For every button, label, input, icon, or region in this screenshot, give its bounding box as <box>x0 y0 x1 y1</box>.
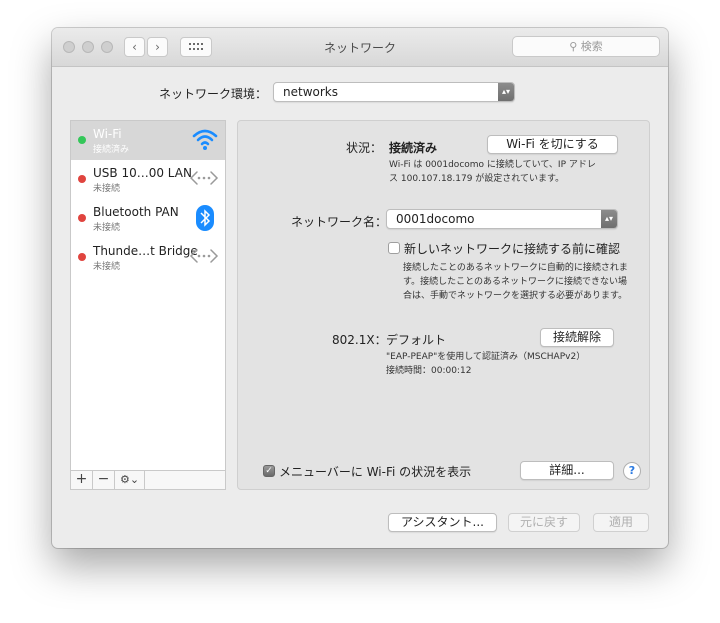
status-dot <box>78 175 86 183</box>
ethernet-arrows-icon <box>189 249 219 263</box>
revert-button[interactable]: 元に戻す <box>508 513 580 532</box>
service-item-wifi[interactable]: Wi-Fi 接続済み <box>71 121 225 160</box>
apply-button[interactable]: 適用 <box>593 513 649 532</box>
search-placeholder: 検索 <box>580 40 603 53</box>
auth-description-line1: "EAP-PEAP"を使用して認証済み（MSCHAPv2） <box>386 352 586 362</box>
title-bar: ‹ › ネットワーク ⚲ 検索 <box>52 28 668 67</box>
wifi-detail-pane: 状況： 接続済み Wi-Fi を切にする Wi-Fi は 0001docomo … <box>237 120 650 490</box>
search-field[interactable]: ⚲ 検索 <box>512 36 660 57</box>
auth-value: デフォルト <box>386 333 447 347</box>
gear-menu-button[interactable]: ⚙︎⌄ <box>115 471 145 489</box>
network-name-value: 0001docomo <box>396 212 475 226</box>
status-dot <box>78 253 86 261</box>
assistant-button[interactable]: アシスタント... <box>388 513 497 532</box>
service-name: Thunde…t Bridge <box>93 244 198 258</box>
ask-to-join-label: 新しいネットワークに接続する前に確認 <box>404 242 621 256</box>
ask-description-line1: 接続したことのあるネットワークに自動的に接続されま <box>403 263 628 273</box>
service-status: 未接続 <box>93 223 121 233</box>
help-button[interactable]: ? <box>623 462 641 480</box>
service-item-usb-lan[interactable]: USB 10…00 LAN 未接続 <box>71 160 225 199</box>
service-item-thunderbolt-bridge[interactable]: Thunde…t Bridge 未接続 <box>71 238 225 277</box>
status-description-line2: ス 100.107.18.179 が設定されています。 <box>389 174 565 184</box>
show-in-menubar-checkbox[interactable]: ✓ <box>263 465 275 477</box>
ask-description-line3: 合は、手動でネットワークを選択する必要があります。 <box>403 291 628 301</box>
disconnect-button[interactable]: 接続解除 <box>540 328 614 347</box>
popup-arrows-icon: ▴▾ <box>601 210 617 228</box>
network-preferences-window: ‹ › ネットワーク ⚲ 検索 ネットワーク環境： networks ▴▾ Wi… <box>52 28 668 548</box>
service-status: 未接続 <box>93 184 121 194</box>
status-label: 状況： <box>346 141 383 155</box>
service-name: Bluetooth PAN <box>93 205 179 219</box>
service-status: 接続済み <box>93 145 130 155</box>
show-in-menubar-label: メニューバーに Wi-Fi の状況を表示 <box>279 465 472 479</box>
service-item-bluetooth-pan[interactable]: Bluetooth PAN 未接続 <box>71 199 225 238</box>
location-label: ネットワーク環境： <box>159 87 268 101</box>
magnifier-icon: ⚲ <box>569 40 578 53</box>
service-status: 未接続 <box>93 262 121 272</box>
wifi-icon <box>192 129 218 150</box>
service-name: Wi-Fi <box>93 127 122 141</box>
popup-arrows-icon: ▴▾ <box>498 83 514 101</box>
status-description-line1: Wi-Fi は 0001docomo に接続していて、IP アドレ <box>389 160 596 170</box>
status-value: 接続済み <box>389 141 438 155</box>
ethernet-arrows-icon <box>189 171 219 185</box>
location-popup[interactable]: networks ▴▾ <box>273 82 515 102</box>
add-service-button[interactable]: + <box>71 471 93 489</box>
auth-description-line2: 接続時間：00:00:12 <box>386 366 472 376</box>
bluetooth-icon <box>196 205 214 231</box>
remove-service-button[interactable]: − <box>93 471 115 489</box>
service-list-controls: + − ⚙︎⌄ <box>70 470 226 490</box>
turn-wifi-off-button[interactable]: Wi-Fi を切にする <box>487 135 618 154</box>
location-value: networks <box>283 85 338 99</box>
status-dot <box>78 136 86 144</box>
checkmark-icon: ✓ <box>265 466 273 476</box>
service-name: USB 10…00 LAN <box>93 166 192 180</box>
network-name-popup[interactable]: 0001docomo ▴▾ <box>386 209 618 229</box>
ask-to-join-checkbox[interactable] <box>388 242 400 254</box>
advanced-button[interactable]: 詳細... <box>520 461 614 480</box>
service-list: Wi-Fi 接続済み USB 10…00 LAN 未接続 Bluetooth P… <box>70 120 226 490</box>
network-name-label: ネットワーク名： <box>291 215 388 229</box>
ask-description-line2: す。接続したことのあるネットワークに接続できない場 <box>403 277 628 287</box>
auth-label: 802.1X： <box>332 333 387 347</box>
status-dot <box>78 214 86 222</box>
